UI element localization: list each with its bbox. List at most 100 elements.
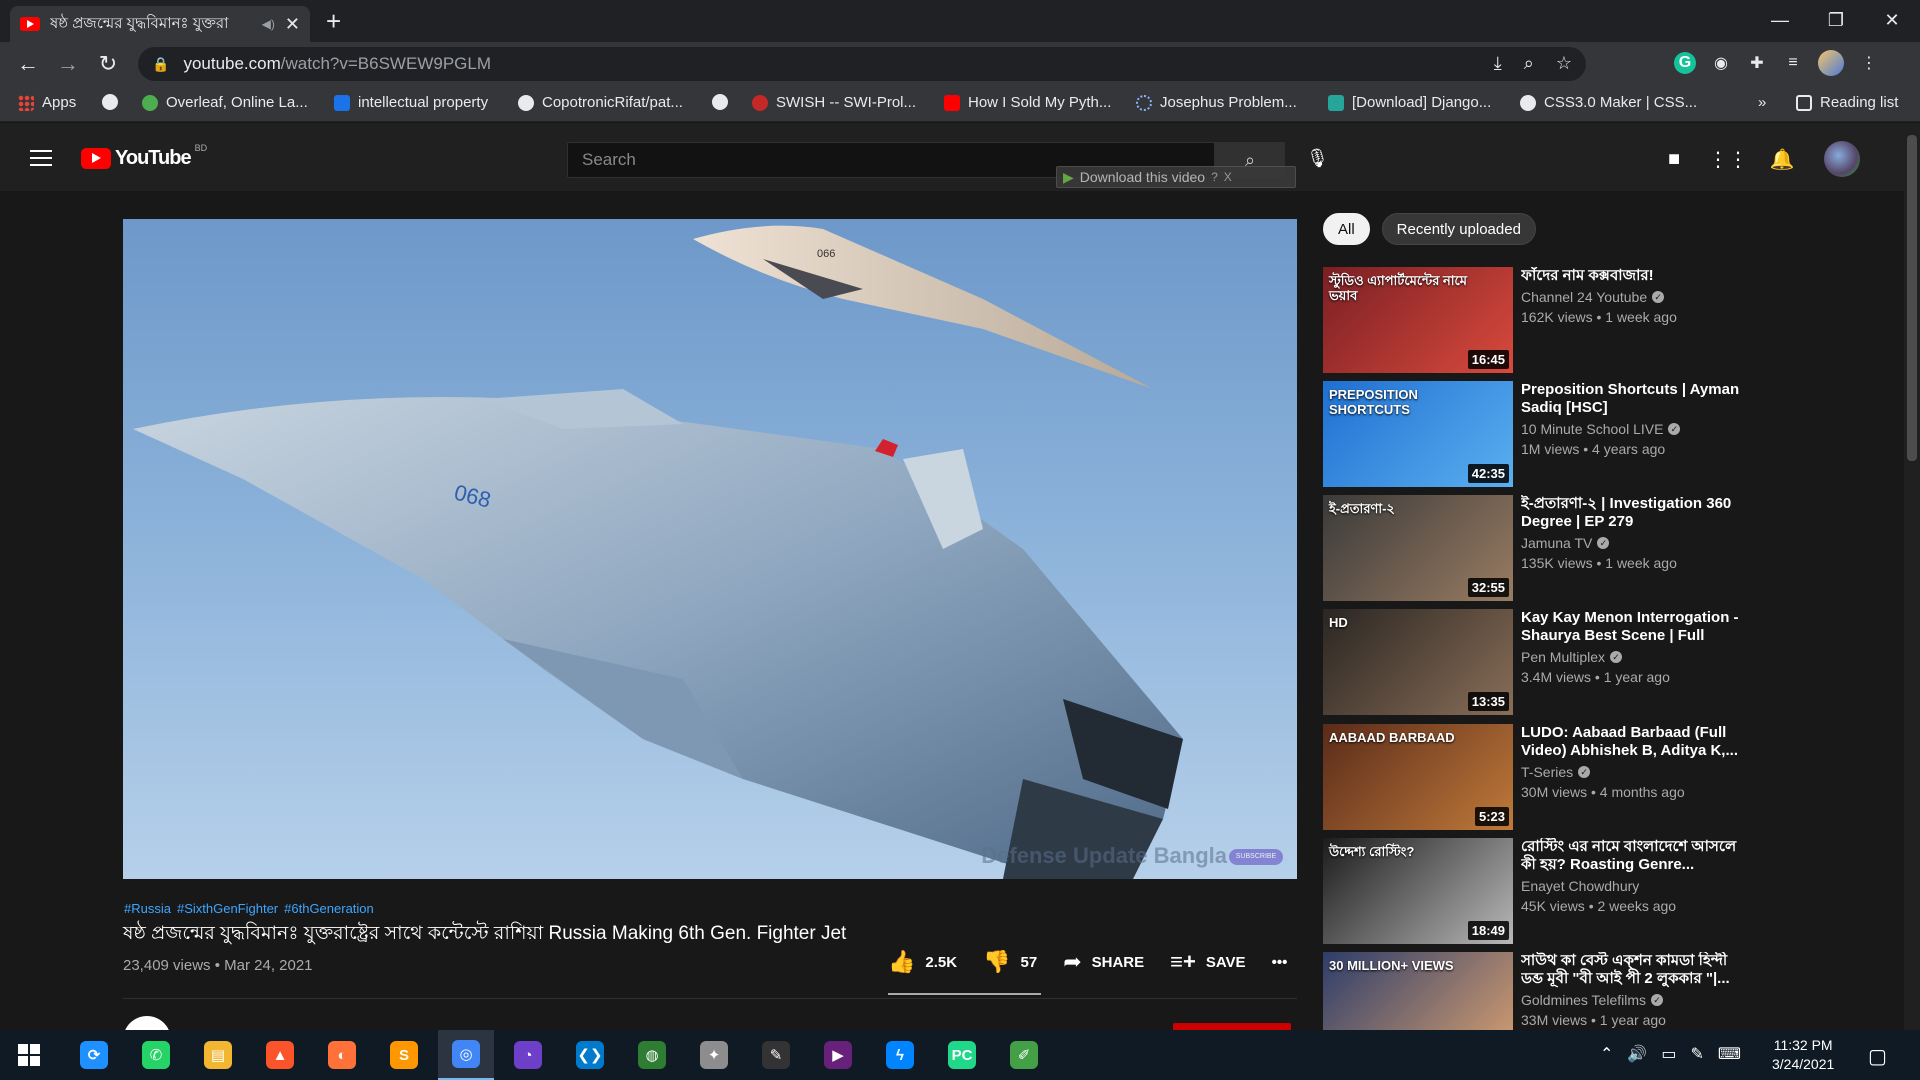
bookmark-github[interactable]: CopotronicRifat/pat... (518, 94, 683, 111)
taskbar-parrot[interactable]: ✦ (686, 1030, 742, 1080)
taskbar-notepad[interactable]: ✐ (996, 1030, 1052, 1080)
bookmark-intellectual-property[interactable]: intellectual property (334, 94, 488, 111)
taskbar-maps[interactable]: ◍ (624, 1030, 680, 1080)
recommendation-title[interactable]: LUDO: Aabaad Barbaad (Full Video) Abhish… (1521, 724, 1751, 760)
bookmark-globe-2[interactable] (712, 94, 728, 110)
bookmark-josephus[interactable]: Josephus Problem... (1136, 94, 1297, 111)
account-avatar[interactable] (1824, 141, 1860, 177)
dislike-button[interactable]: 👎 57 (983, 949, 1037, 975)
taskbar-pycharm[interactable]: PC (934, 1030, 990, 1080)
bookmark-swish[interactable]: SWISH -- SWI-Prol... (752, 94, 916, 111)
recommendation-channel[interactable]: 10 Minute School LIVE ✓ (1521, 421, 1681, 437)
chevron-up-icon[interactable]: ⌃ (1600, 1044, 1613, 1064)
video-thumbnail[interactable]: AABAAD BARBAAD 5:23 (1323, 724, 1513, 830)
recommendation-item[interactable]: উদ্দেশ্য রোস্টিং? 18:49 রোস্টিং এর নামে বা… (1323, 838, 1863, 944)
volume-icon[interactable]: 🔊 (1627, 1044, 1647, 1064)
recommendation-title[interactable]: ফাঁদের নাম কক্সবাজার! (1521, 267, 1751, 285)
help-icon[interactable]: ? (1211, 170, 1218, 184)
video-player[interactable]: 066 068 Defense Update Bangla SUBSCRIBE (123, 219, 1297, 879)
chip-all[interactable]: All (1323, 213, 1370, 245)
taskbar-chrome[interactable]: ◎ (438, 1030, 494, 1080)
taskbar-explorer[interactable]: ▤ (190, 1030, 246, 1080)
taskbar-whatsapp[interactable]: ✆ (128, 1030, 184, 1080)
recommendation-item[interactable]: PREPOSITION SHORTCUTS 42:35 Preposition Sh… (1323, 381, 1863, 487)
network-icon[interactable]: ▭ (1661, 1044, 1676, 1064)
recommendation-channel[interactable]: Channel 24 Youtube ✓ (1521, 289, 1665, 305)
bookmark-django[interactable]: [Download] Django... (1328, 94, 1491, 111)
taskbar-sublime[interactable]: S (376, 1030, 432, 1080)
reload-icon[interactable]: ↻ (88, 51, 128, 77)
more-actions-button[interactable]: ••• (1272, 954, 1288, 971)
bookmark-globe-1[interactable] (102, 94, 118, 110)
recommendation-item[interactable]: ই-প্রতারণা-২ 32:55 ই-প্রতারণা-২ | Investig… (1323, 495, 1863, 601)
video-thumbnail[interactable]: 30 MILLION+ VIEWS (1323, 952, 1513, 1030)
like-button[interactable]: 👍 2.5K (888, 949, 957, 975)
taskbar-github-desktop[interactable]: ◔ (500, 1030, 556, 1080)
chip-recently-uploaded[interactable]: Recently uploaded (1381, 213, 1536, 245)
pen-icon[interactable]: ✎ (1690, 1044, 1703, 1064)
taskbar-firefox[interactable]: ◐ (314, 1030, 370, 1080)
kebab-menu-icon[interactable]: ⋮ (1858, 52, 1880, 74)
recommendation-channel[interactable]: Enayet Chowdhury (1521, 878, 1639, 894)
restore-button[interactable]: ❐ (1808, 0, 1864, 40)
taskbar-brave[interactable]: ▲ (252, 1030, 308, 1080)
recommendation-channel[interactable]: Pen Multiplex ✓ (1521, 649, 1623, 665)
download-video-overlay[interactable]: ▶ Download this video ? X (1056, 166, 1296, 188)
recommendation-item[interactable]: স্টুডিও এ্যাপার্টমেন্টের নামে ভয়াব 16:45… (1323, 267, 1863, 373)
hashtag-link[interactable]: #Russia (124, 901, 171, 916)
address-bar[interactable]: 🔒 youtube.com/watch?v=B6SWEW9PGLM ⤓ ⌕ ☆ (138, 47, 1586, 81)
lock-icon[interactable]: 🔒 (152, 56, 169, 73)
create-video-icon[interactable]: ■ (1662, 147, 1686, 171)
hamburger-menu-icon[interactable] (30, 150, 52, 166)
page-scrollbar[interactable] (1904, 123, 1920, 1030)
subscribe-watermark-badge[interactable]: SUBSCRIBE (1229, 849, 1283, 865)
taskbar-inkscape[interactable]: ✎ (748, 1030, 804, 1080)
minimize-button[interactable]: — (1752, 0, 1808, 40)
recommendation-title[interactable]: ই-প্রতারণা-২ | Investigation 360 Degree … (1521, 495, 1751, 531)
new-tab-button[interactable]: + (326, 6, 341, 37)
recommendation-title[interactable]: Preposition Shortcuts | Ayman Sadiq [HSC… (1521, 381, 1751, 417)
hashtag-link[interactable]: #6thGeneration (284, 901, 374, 916)
bookmark-css[interactable]: CSS3.0 Maker | CSS... (1520, 94, 1697, 111)
recommendation-item[interactable]: 30 MILLION+ VIEWS সাউথ কা বেস্ট এক্শন কাম… (1323, 952, 1863, 1030)
windows-start-icon[interactable] (18, 1044, 40, 1066)
recommendation-channel[interactable]: Jamuna TV ✓ (1521, 535, 1610, 551)
close-window-button[interactable]: ✕ (1864, 0, 1920, 40)
bookmark-youtube[interactable]: How I Sold My Pyth... (944, 94, 1111, 111)
recommendation-channel[interactable]: T-Series ✓ (1521, 764, 1591, 780)
taskbar-search[interactable]: ⟳ (66, 1030, 122, 1080)
video-thumbnail[interactable]: PREPOSITION SHORTCUTS 42:35 (1323, 381, 1513, 487)
recommendation-title[interactable]: রোস্টিং এর নামে বাংলাদেশে আসলে কী হয়? R… (1521, 838, 1751, 874)
video-thumbnail[interactable]: ই-প্রতারণা-২ 32:55 (1323, 495, 1513, 601)
zoom-icon[interactable]: ⌕ (1524, 53, 1534, 74)
bookmark-apps[interactable]: Apps (18, 94, 76, 111)
youtube-logo[interactable]: YouTube BD (81, 143, 207, 170)
video-thumbnail[interactable]: স্টুডিও এ্যাপার্টমেন্টের নামে ভয়াব 16:45 (1323, 267, 1513, 373)
taskbar-messenger[interactable]: ϟ (872, 1030, 928, 1080)
forward-arrow-icon[interactable]: → (48, 51, 88, 77)
video-thumbnail[interactable]: HD 13:35 (1323, 609, 1513, 715)
recommendation-channel[interactable]: Goldmines Telefilms ✓ (1521, 992, 1664, 1008)
channel-avatar[interactable] (123, 1016, 171, 1030)
grammarly-icon[interactable]: G (1674, 52, 1696, 74)
profile-avatar-icon[interactable] (1818, 50, 1844, 76)
reading-list-button[interactable]: Reading list (1796, 94, 1898, 111)
browser-tab-active[interactable]: ষষ্ঠ প্রজন্মের যুদ্ধবিমানঃ যুক্তরা ◀) ✕ (10, 6, 310, 42)
url-text[interactable]: youtube.com/watch?v=B6SWEW9PGLM (183, 54, 491, 74)
keyboard-icon[interactable]: ⌨ (1718, 1044, 1741, 1064)
save-button[interactable]: ≡+ SAVE (1170, 949, 1245, 975)
recommendation-item[interactable]: AABAAD BARBAAD 5:23 LUDO: Aabaad Barbaad (… (1323, 724, 1863, 830)
taskbar-clock[interactable]: 11:32 PM 3/24/2021 (1772, 1036, 1834, 1074)
recommendation-title[interactable]: সাউথ কা বেস্ট এক্শন কামডা হিন্দী ডব্ড মূ… (1521, 952, 1751, 988)
extension-icon[interactable]: ◉ (1710, 52, 1732, 74)
apps-grid-icon[interactable]: ⋮⋮ (1708, 147, 1748, 171)
media-queue-icon[interactable]: ≡ (1782, 52, 1804, 74)
notifications-icon[interactable]: ▢ (1868, 1044, 1887, 1069)
recommendation-item[interactable]: HD 13:35 Kay Kay Menon Interrogation - Sha… (1323, 609, 1863, 715)
bookmarks-overflow-button[interactable]: » (1758, 94, 1766, 111)
taskbar-vscode[interactable]: ❮❯ (562, 1030, 618, 1080)
video-thumbnail[interactable]: উদ্দেশ্য রোস্টিং? 18:49 (1323, 838, 1513, 944)
recommendation-title[interactable]: Kay Kay Menon Interrogation - Shaurya Be… (1521, 609, 1751, 645)
tab-close-icon[interactable]: ✕ (285, 14, 300, 35)
speaker-icon[interactable]: ◀) (262, 17, 275, 31)
